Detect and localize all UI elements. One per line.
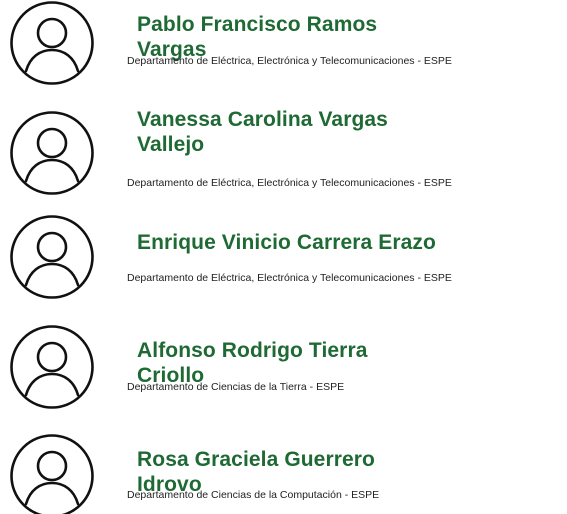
user-avatar-icon (10, 215, 94, 299)
user-avatar-icon (10, 1, 94, 85)
user-avatar-icon (10, 434, 94, 514)
people-list: Pablo Francisco Ramos Vargas Departament… (0, 0, 567, 514)
person-name[interactable]: Enrique Vinicio Carrera Erazo (137, 230, 437, 255)
person-department: Departamento de Eléctrica, Electrónica y… (127, 177, 452, 189)
user-avatar-icon (10, 325, 94, 409)
person-department: Departamento de Ciencias de la Computaci… (127, 489, 380, 501)
person-department: Departamento de Eléctrica, Electrónica y… (127, 272, 452, 284)
person-name[interactable]: Vanessa Carolina Vargas Vallejo (137, 107, 427, 157)
user-avatar-icon (10, 111, 94, 195)
person-department: Departamento de Ciencias de la Tierra - … (127, 381, 345, 393)
person-department: Departamento de Eléctrica, Electrónica y… (127, 55, 452, 67)
